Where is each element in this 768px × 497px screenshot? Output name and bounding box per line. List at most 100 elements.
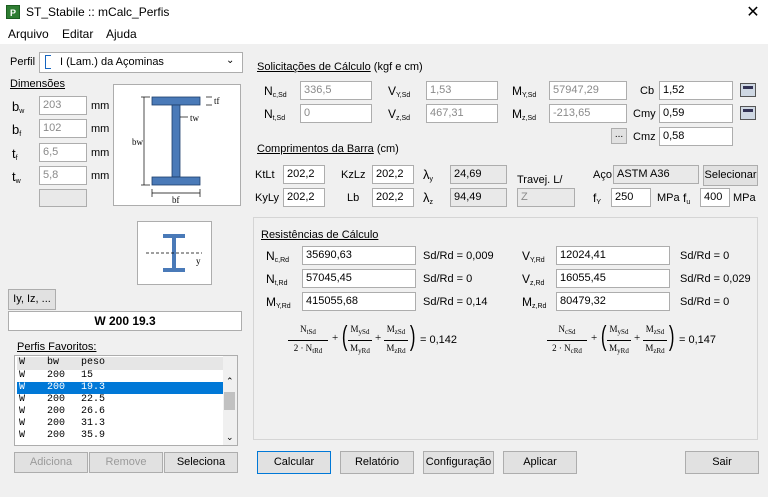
scroll-thumb[interactable]	[224, 392, 235, 410]
vysd-field[interactable]: 1,53	[426, 81, 498, 100]
aplicar-button[interactable]: Aplicar	[503, 451, 577, 474]
lambda-z-label: λz	[423, 190, 433, 206]
list-item-cell: 200	[47, 394, 66, 405]
sair-button[interactable]: Sair	[685, 451, 759, 474]
adiciona-button[interactable]: Adiciona	[14, 452, 88, 473]
mzrd-field: 80479,32	[556, 292, 670, 311]
window-title: ST_Stabile :: mCalc_Perfis	[26, 5, 170, 19]
myrd-ratio: Sd/Rd = 0,14	[423, 296, 488, 308]
selecionar-button[interactable]: Selecionar	[703, 165, 758, 186]
solicitacoes-title: Solicitações de Cálculo (kgf e cm)	[257, 61, 423, 73]
list-item[interactable]: W 200 35.9	[17, 430, 223, 442]
menu-ajuda[interactable]: Ajuda	[106, 27, 137, 41]
ncrd-ratio: Sd/Rd = 0,009	[423, 250, 494, 262]
lb-field[interactable]: 202,2	[372, 188, 414, 207]
dim-tw-field[interactable]: 5,8	[39, 166, 87, 185]
iy-iz-button[interactable]: Iy, Iz, ...	[8, 289, 56, 310]
remove-button[interactable]: Remove	[89, 452, 163, 473]
cmz-label: Cmz	[633, 131, 656, 143]
kyly-field[interactable]: 202,2	[283, 188, 325, 207]
fy-field[interactable]: 250	[611, 188, 651, 207]
vzsd-field[interactable]: 467,31	[426, 104, 498, 123]
seleciona-button[interactable]: Seleciona	[164, 452, 238, 473]
favorites-list[interactable]: W bw peso W 200 15 W 200 19.3 W 200 22.5 W 200 26.6…	[14, 355, 238, 446]
ntsd-field[interactable]: 0	[300, 104, 372, 123]
aco-field: ASTM A36	[613, 165, 699, 184]
cmy-label: Cmy	[633, 108, 656, 120]
mysd-field[interactable]: 57947,29	[549, 81, 627, 100]
calcular-button[interactable]: Calcular	[257, 451, 331, 474]
list-item-cell: W	[19, 394, 26, 405]
diagram-tw-label: tw	[190, 113, 200, 123]
cmz-field[interactable]: 0,58	[659, 127, 733, 146]
list-item[interactable]: W 200 15	[17, 370, 223, 382]
ncrd-label: Nc,Rd	[266, 249, 290, 264]
vzrd-field: 16055,45	[556, 269, 670, 288]
list-item[interactable]: W 200 22.5	[17, 394, 223, 406]
scroll-up-icon[interactable]: ⌃	[226, 376, 234, 387]
options-button[interactable]: ...	[611, 128, 627, 144]
cmy-field[interactable]: 0,59	[659, 104, 733, 123]
dim-tf-unit: mm	[91, 147, 110, 159]
chevron-down-icon[interactable]: ⌄	[226, 55, 234, 66]
vyrd-field: 12024,41	[556, 246, 670, 265]
kyly-label: KyLy	[255, 192, 280, 204]
kzlz-field[interactable]: 202,2	[372, 165, 414, 184]
dim-bw-field[interactable]: 203	[39, 96, 87, 115]
myrd-field: 415055,68	[302, 292, 416, 311]
dim-bw-label: bw	[12, 99, 25, 115]
dim-tw-label: tw	[12, 169, 21, 185]
fav-header-peso: peso	[81, 357, 106, 368]
list-item-cell: W	[19, 430, 26, 441]
axis-diagram: y	[137, 221, 212, 285]
perfil-select[interactable]: I (Lam.) da Açominas	[39, 52, 243, 73]
dim-bw-unit: mm	[91, 100, 110, 112]
dimensoes-label: Dimensões	[10, 78, 66, 90]
dim-tw-unit: mm	[91, 170, 110, 182]
dim-empty-field	[39, 189, 87, 207]
i-beam-icon	[45, 55, 51, 69]
menu-editar[interactable]: Editar	[62, 27, 93, 41]
lambda-z-field: 94,49	[450, 188, 507, 207]
ntrd-ratio: Sd/Rd = 0	[423, 273, 473, 285]
calculator-icon-cb[interactable]	[740, 83, 756, 97]
menu-arquivo[interactable]: Arquivo	[8, 27, 49, 41]
myrd-label: MY,Rd	[266, 295, 291, 310]
list-item-cell: 15	[81, 370, 94, 381]
list-item-cell: 200	[47, 430, 66, 441]
ncrd-field: 35690,63	[302, 246, 416, 265]
list-item-cell: 200	[47, 370, 66, 381]
kzlz-label: KzLz	[341, 169, 366, 181]
diagram-bw-label: bw	[132, 137, 144, 147]
list-item[interactable]: W 200 26.6	[17, 406, 223, 418]
interaction-formula-compression: NcSd 2 · NcRd + ( MySd MyRd + MzSd MzRd …	[545, 320, 716, 362]
mzsd-field[interactable]: -213,65	[549, 104, 627, 123]
fu-field[interactable]: 400	[700, 188, 730, 207]
diagram-bf-label: bf	[172, 195, 180, 205]
cb-field[interactable]: 1,52	[659, 81, 733, 100]
axis-section-diagram: y	[146, 234, 202, 272]
dim-bf-field[interactable]: 102	[39, 119, 87, 138]
dim-tf-field[interactable]: 6,5	[39, 143, 87, 162]
list-item-cell: 22.5	[81, 394, 106, 405]
list-item[interactable]: W 200 31.3	[17, 418, 223, 430]
ktlt-field[interactable]: 202,2	[283, 165, 325, 184]
travej-field[interactable]: Z	[517, 188, 575, 207]
ktlt-label: KtLt	[255, 169, 275, 181]
favoritos-label: Perfis Favoritos:	[17, 341, 97, 353]
relatorio-button[interactable]: Relatório	[340, 451, 414, 474]
vyrd-ratio: Sd/Rd = 0	[680, 250, 730, 262]
calculator-icon-cmy[interactable]	[740, 106, 756, 120]
comprimentos-title: Comprimentos da Barra (cm)	[257, 143, 399, 155]
close-icon[interactable]: ✕	[744, 2, 762, 22]
list-item-cell: 200	[47, 406, 66, 417]
axis-y-label: y	[196, 256, 201, 266]
scroll-down-icon[interactable]: ⌄	[226, 432, 234, 443]
list-item[interactable]: W 200 19.3	[17, 382, 223, 394]
diagram-tf-label: tf	[214, 96, 220, 106]
fav-header-bw: bw	[47, 357, 60, 368]
ntrd-field: 57045,45	[302, 269, 416, 288]
mzrd-ratio: Sd/Rd = 0	[680, 296, 730, 308]
configuracao-button[interactable]: Configuração	[423, 451, 494, 474]
ncsd-field[interactable]: 336,5	[300, 81, 372, 100]
